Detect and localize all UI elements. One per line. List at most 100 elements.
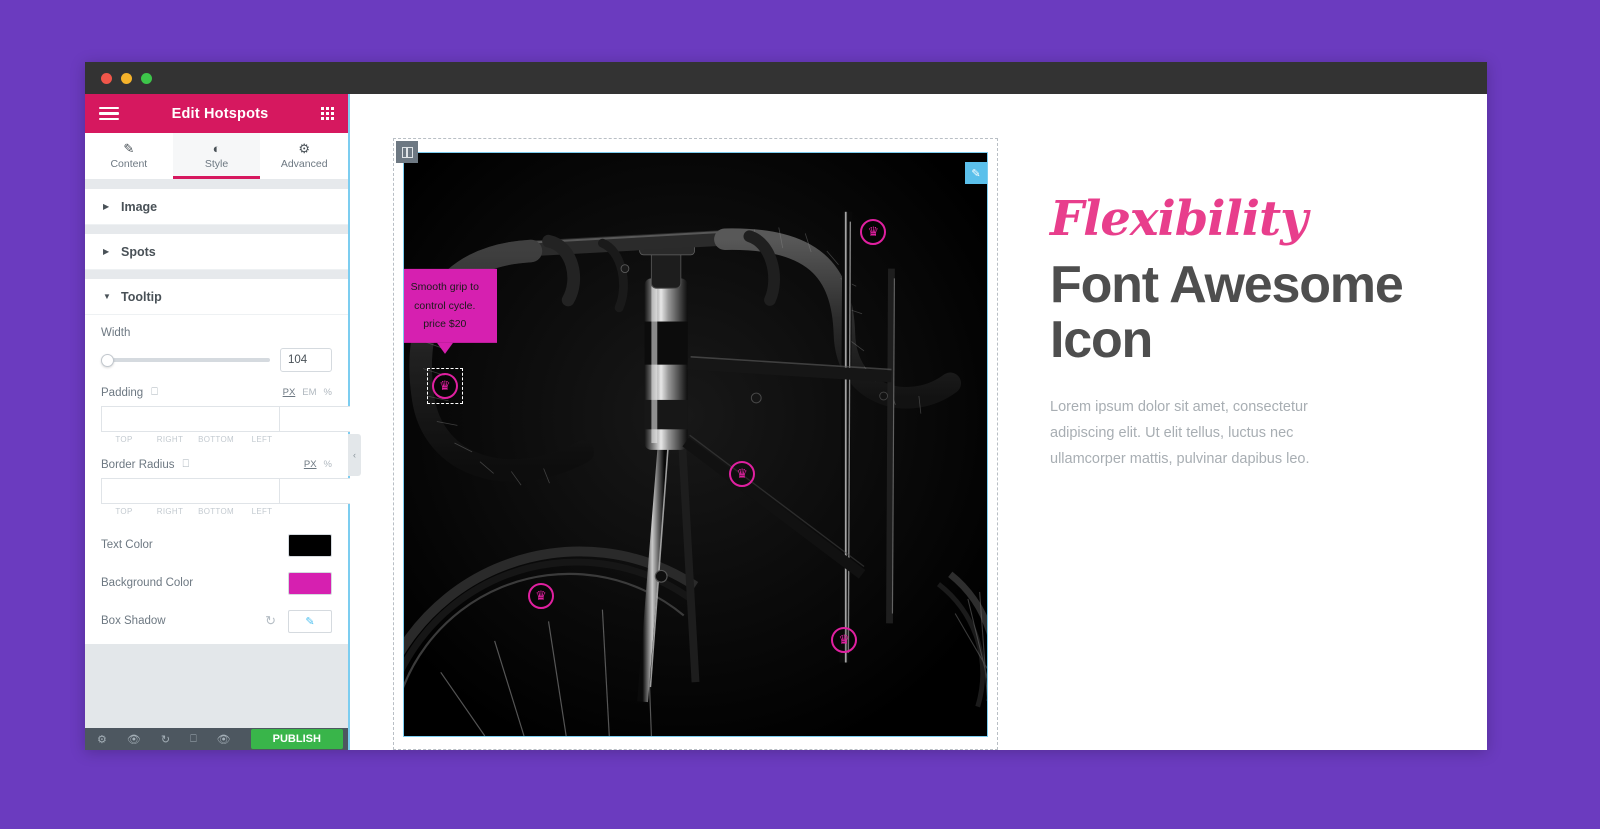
window-body: Edit Hotspots ✎ Content ◐ Style ⚙ Advanc… [85, 94, 1487, 750]
window-close-button[interactable] [101, 72, 112, 84]
hotspot-grip-left[interactable]: ♛ [426, 368, 463, 405]
crown-icon: ♛ [535, 588, 547, 604]
browser-window: Edit Hotspots ✎ Content ◐ Style ⚙ Advanc… [85, 62, 1487, 750]
responsive-icon[interactable]: ⎕ [190, 733, 197, 746]
page-title: Edit Hotspots [171, 105, 269, 122]
panel-header: Edit Hotspots [85, 94, 348, 133]
panel-collapse-button[interactable]: ‹ [348, 434, 361, 476]
grid-icon[interactable] [321, 107, 334, 120]
section-image-label: Image [121, 199, 158, 214]
section-spots-label: Spots [121, 244, 156, 259]
hotspot-stem[interactable]: ♛ [729, 460, 756, 487]
radius-top-label: TOP [115, 507, 133, 516]
radius-left-label: LEFT [251, 507, 273, 516]
section-wrapper[interactable]: ✎ Smooth grip to control cycle. price $2… [393, 138, 998, 750]
text-content-column: Flexibility Font Awesome Icon Lorem ipsu… [1050, 194, 1410, 473]
unit-px[interactable]: PX [283, 387, 296, 398]
tab-content[interactable]: ✎ Content [85, 133, 173, 179]
divider [85, 225, 348, 234]
unit-percent[interactable]: % [324, 387, 332, 398]
history-icon[interactable]: ↻ [161, 733, 170, 746]
padding-top-input[interactable] [101, 406, 279, 432]
padding-right-label: RIGHT [156, 435, 184, 444]
border-radius-units: PX % [304, 459, 332, 470]
crown-icon: ♛ [736, 465, 748, 481]
tab-style[interactable]: ◐ Style [172, 133, 261, 179]
main-heading: Font Awesome Icon [1050, 256, 1404, 369]
chevron-right-icon: ▶ [103, 202, 110, 211]
pencil-icon: ✎ [123, 141, 135, 156]
crown-icon: ♛ [438, 378, 451, 394]
box-shadow-edit-button[interactable]: ✎ [288, 609, 332, 633]
width-input[interactable] [280, 348, 332, 372]
window-minimize-button[interactable] [121, 72, 132, 84]
text-color-label: Text Color [101, 539, 153, 551]
unit-em[interactable]: EM [302, 387, 316, 398]
window-maximize-button[interactable] [141, 72, 152, 84]
panel-footer: ⚙ 👁 ↻ ⎕ 👁 PUBLISH ▲ [85, 728, 386, 750]
border-radius-control: Border Radius ⎕ PX % 🔗 [101, 458, 829, 516]
slider-handle[interactable] [101, 353, 114, 367]
contrast-icon: ◐ [212, 141, 221, 156]
slider-track [101, 358, 270, 362]
divider [85, 180, 348, 189]
divider [85, 270, 348, 279]
editor-panel: Edit Hotspots ✎ Content ◐ Style ⚙ Advanc… [85, 94, 829, 750]
monitor-icon[interactable]: ⎕ [183, 458, 190, 471]
box-shadow-control: Box Shadow ↻ ✎ [101, 606, 332, 636]
preview-icon[interactable]: 👁 [217, 733, 231, 746]
hotspot-handlebar-top[interactable]: ♛ [860, 218, 887, 245]
tab-advanced-label: Advanced [280, 158, 328, 170]
radius-right-label: RIGHT [156, 507, 184, 516]
padding-units: PX EM % [283, 387, 332, 398]
script-heading: Flexibility [1050, 191, 1308, 247]
reset-icon[interactable]: ↻ [265, 613, 276, 629]
hotspot-widget[interactable]: ✎ Smooth grip to control cycle. price $2… [403, 152, 988, 737]
width-label: Width [101, 327, 131, 339]
background-color-swatch[interactable] [288, 571, 332, 595]
columns-icon[interactable] [396, 141, 418, 163]
body-paragraph: Lorem ipsum dolor sit amet, consectetur … [1050, 398, 1310, 468]
hotspot-tooltip: Smooth grip to control cycle. price $20 [404, 269, 497, 343]
settings-icon[interactable]: ⚙ [97, 733, 107, 746]
tab-content-label: Content [110, 158, 148, 170]
eye-icon[interactable]: 👁 [127, 733, 141, 746]
section-image[interactable]: ▶ Image [85, 189, 348, 225]
padding-bottom-label: BOTTOM [198, 435, 234, 444]
border-radius-label: Border Radius [101, 458, 175, 471]
padding-control: Padding ⎕ PX EM % � [101, 386, 829, 444]
panel-empty-area [85, 644, 348, 728]
section-tooltip[interactable]: ▼ Tooltip [85, 279, 348, 315]
padding-left-label: LEFT [251, 435, 273, 444]
hotspot-front-wheel[interactable]: ♛ [528, 583, 554, 610]
monitor-icon[interactable]: ⎕ [151, 386, 158, 399]
tooltip-line-2: control cycle. [414, 299, 476, 312]
width-slider[interactable] [101, 353, 270, 367]
pencil-icon[interactable]: ✎ [965, 162, 987, 184]
window-titlebar [85, 62, 1487, 94]
radius-top-input[interactable] [101, 478, 279, 504]
unit-px[interactable]: PX [304, 459, 317, 470]
unit-percent[interactable]: % [324, 459, 332, 470]
chevron-down-icon: ▼ [103, 292, 111, 301]
section-spots[interactable]: ▶ Spots [85, 234, 348, 270]
padding-label: Padding [101, 386, 144, 399]
radius-bottom-label: BOTTOM [198, 507, 234, 516]
text-color-swatch[interactable] [288, 533, 332, 557]
crown-icon: ♛ [867, 223, 880, 239]
tooltip-line-1: Smooth grip to [410, 281, 479, 294]
panel-tabs: ✎ Content ◐ Style ⚙ Advanced [85, 133, 348, 180]
section-tooltip-label: Tooltip [121, 289, 162, 304]
tooltip-controls: Width Padding ⎕ [85, 315, 829, 644]
tooltip-line-3: price $20 [423, 318, 467, 331]
bicycle-photo [404, 153, 987, 736]
hotspot-frame-bottom[interactable]: ♛ [831, 626, 858, 653]
hamburger-icon[interactable] [99, 106, 119, 121]
crown-icon: ♛ [838, 631, 850, 647]
tab-advanced[interactable]: ⚙ Advanced [260, 133, 348, 179]
background-color-control: Background Color [101, 568, 332, 598]
chevron-right-icon: ▶ [103, 247, 110, 256]
publish-button[interactable]: PUBLISH [250, 729, 343, 749]
